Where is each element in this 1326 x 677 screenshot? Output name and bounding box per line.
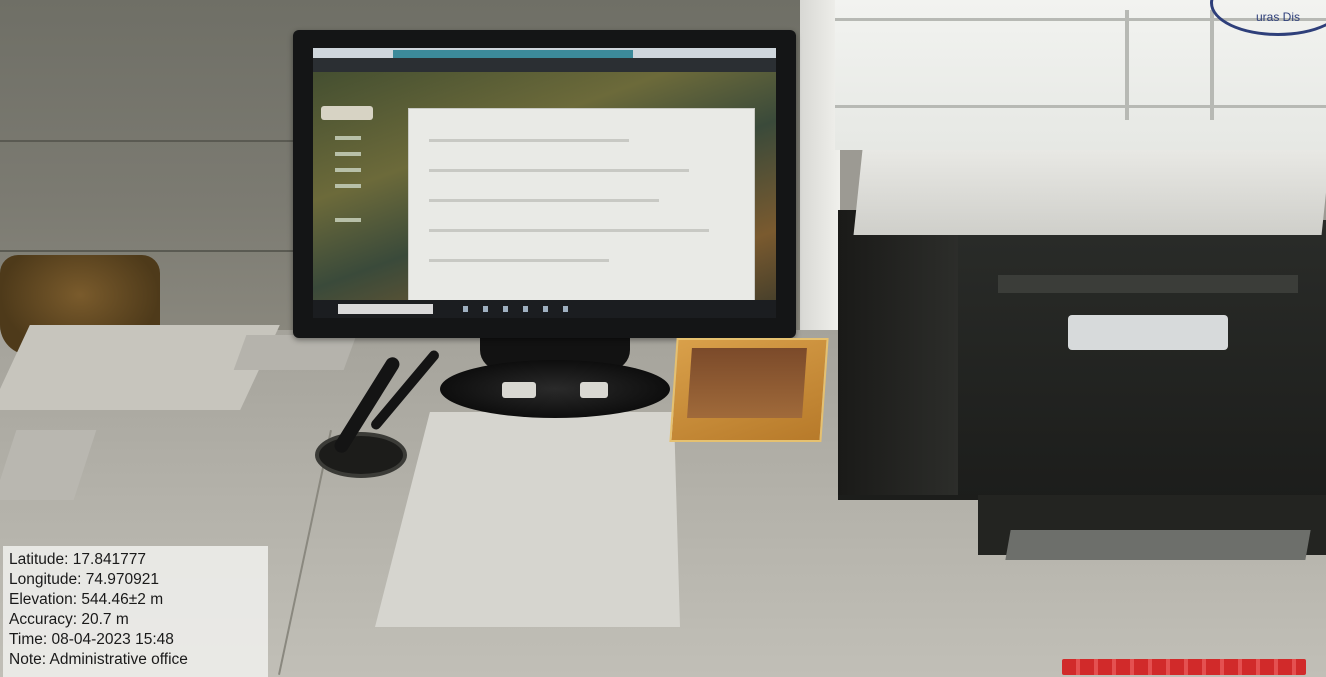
book [669, 338, 829, 442]
monitor-stand-base [440, 360, 670, 418]
document-text-line [429, 169, 689, 172]
geotag-note: Note: Administrative office [9, 651, 188, 668]
taskbar-icon [563, 306, 568, 312]
wall-joint [0, 250, 310, 252]
window-rail [1210, 10, 1214, 120]
screen-menu-item [335, 168, 361, 172]
taskbar-search [338, 304, 433, 314]
geotag-longitude: Longitude: 74.970921 [9, 571, 159, 588]
browser-address-bar [313, 58, 776, 72]
document-text-line [429, 199, 659, 202]
geotag-latitude: Latitude: 17.841777 [9, 551, 147, 568]
taskbar-icon [543, 306, 548, 312]
browser-tab [393, 50, 633, 58]
photo-scene: uras Dis Latitude: 17.841777 Longitude: … [0, 0, 1326, 677]
printer-panel [1068, 315, 1228, 350]
monitor-screen [313, 48, 776, 318]
window-rail [1125, 10, 1129, 120]
screen-document [408, 108, 755, 305]
stamp-text: uras Dis [1255, 10, 1300, 24]
window-rail [835, 105, 1326, 108]
screen-menu-item [335, 218, 361, 222]
screen-menu-item [335, 184, 361, 188]
screen-button [321, 106, 373, 120]
taskbar-icon [483, 306, 488, 312]
geotag-elevation: Elevation: 544.46±2 m [9, 591, 164, 608]
printer-side [838, 210, 958, 495]
window-pillar [800, 0, 840, 330]
stand-hole [502, 382, 536, 398]
geotag-overlay: Latitude: 17.841777 Longitude: 74.970921… [3, 546, 268, 677]
document-text-line [429, 139, 629, 142]
geotag-accuracy: Accuracy: 20.7 m [9, 611, 129, 628]
taskbar-icon [523, 306, 528, 312]
screen-menu-item [335, 136, 361, 140]
cable-grommet [315, 432, 407, 478]
taskbar-icon [503, 306, 508, 312]
paper-sheet [233, 335, 357, 370]
printer-slot [998, 275, 1298, 293]
printer-lid [853, 150, 1326, 235]
red-watermark [1062, 659, 1306, 675]
geotag-time: Time: 08-04-2023 15:48 [9, 631, 174, 648]
document-text-line [429, 259, 609, 262]
taskbar-icon [463, 306, 468, 312]
book-cover-image [687, 348, 807, 418]
taskbar [313, 300, 776, 318]
document-text-line [429, 229, 709, 232]
wall-joint [0, 140, 310, 142]
stand-hole [580, 382, 608, 398]
printer-tray [1005, 530, 1311, 560]
monitor [293, 30, 796, 338]
screen-menu-item [335, 152, 361, 156]
printer [838, 150, 1326, 580]
